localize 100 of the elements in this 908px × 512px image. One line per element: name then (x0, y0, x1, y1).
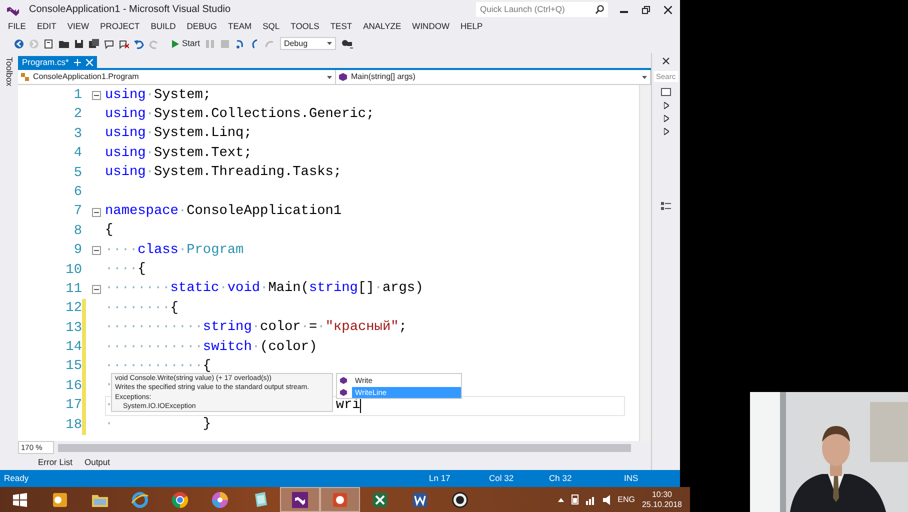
volume-icon[interactable] (602, 494, 611, 504)
menu-item[interactable]: DEBUG (182, 20, 224, 33)
text-cursor (360, 398, 362, 414)
battery-icon[interactable] (570, 494, 579, 505)
line-number: 16 (64, 378, 82, 396)
play-icon (172, 40, 179, 48)
tool-window-tab[interactable]: Error List (38, 456, 72, 468)
member-dropdown[interactable]: Main(string[] args) (336, 70, 651, 84)
status-text: Ln 17 (429, 472, 452, 485)
whitespace-marker: · (105, 416, 114, 434)
line-number: 18 (64, 416, 82, 435)
code-line: ····{ (105, 261, 146, 280)
code-line: ········{ (105, 300, 178, 318)
restore-icon[interactable] (642, 6, 650, 14)
line-number: 10 (64, 262, 82, 280)
scrollbar[interactable] (639, 85, 651, 441)
pin-icon[interactable] (74, 58, 81, 66)
start-button[interactable]: Start (172, 37, 200, 50)
code-line: using·System.Collections.Generic; (105, 106, 374, 124)
quick-launch-field[interactable]: Quick Launch (Ctrl+Q) (476, 2, 608, 17)
search-icon (595, 5, 604, 14)
menu-item[interactable]: BUILD (146, 20, 183, 33)
uncomment-icon[interactable] (119, 38, 129, 48)
collapse-icon[interactable] (92, 91, 101, 100)
save-all-icon[interactable] (89, 38, 99, 48)
chevron-up-icon[interactable] (558, 498, 564, 502)
menu-item[interactable]: WINDOW (408, 20, 456, 33)
collapse-icon[interactable] (92, 246, 101, 256)
photo-app-icon (211, 490, 229, 508)
spreadsheet-app-icon (371, 490, 389, 508)
network-icon[interactable] (586, 494, 596, 504)
step-icon[interactable] (234, 38, 245, 48)
properties-icon[interactable] (661, 201, 671, 212)
open-folder-icon[interactable] (59, 38, 69, 48)
menu-item[interactable]: EDIT (32, 20, 64, 33)
horizontal-scrollbar[interactable] (58, 444, 631, 452)
browser-icon (131, 490, 149, 508)
document-app-icon (411, 490, 429, 508)
new-project-icon[interactable] (44, 38, 54, 48)
code-line: { (105, 222, 114, 240)
line-number: 6 (72, 184, 82, 202)
code-line: using·System.Threading.Tasks; (105, 164, 342, 182)
line-number: 11 (64, 280, 82, 299)
line-number: 12 (64, 300, 82, 318)
type-dropdown[interactable]: ConsoleApplication1.Program (18, 70, 336, 84)
menu-item[interactable]: VIEW (63, 20, 96, 33)
undo-icon[interactable] (134, 38, 144, 48)
caret-icon (327, 76, 332, 78)
recorder-app-icon (451, 490, 469, 508)
back-icon[interactable] (14, 38, 24, 48)
clock-date[interactable]: 25.10.2018 (642, 500, 682, 510)
code-line: ············switch·(color) (105, 338, 318, 357)
clock-time[interactable]: 10:30 (652, 490, 672, 500)
line-number: 3 (72, 126, 82, 144)
window-title: ConsoleApplication1 - Microsoft Visual Studio (29, 3, 231, 17)
language-indicator[interactable]: ENG (618, 494, 635, 506)
save-icon[interactable] (74, 38, 84, 48)
collapse-icon[interactable] (92, 208, 101, 217)
line-number: 1 (72, 87, 82, 105)
code-line: ········static·void·Main(string[]·args) (105, 280, 424, 298)
comment-icon[interactable] (104, 38, 114, 48)
menu-item[interactable]: ANALYZE (359, 20, 408, 33)
close-icon[interactable] (664, 6, 672, 14)
tool-window-tab[interactable]: Output (84, 456, 110, 468)
menu-item[interactable]: FILE (4, 20, 33, 33)
taskbar-button[interactable] (280, 487, 320, 512)
status-text: INS (624, 472, 640, 485)
toolbox-tab[interactable]: Toolbox (2, 57, 16, 86)
status-text: Col 32 (489, 472, 515, 485)
project-icon[interactable] (661, 88, 671, 96)
menu-item[interactable]: TEAM (224, 20, 259, 33)
code-line: · (105, 377, 114, 396)
mail-app-icon (51, 490, 69, 508)
caret-icon (642, 76, 647, 78)
close-icon[interactable] (662, 57, 670, 65)
presentation-app-icon (331, 490, 349, 508)
code-line: ············{ (105, 358, 212, 374)
line-number: 17 (64, 397, 82, 416)
code-text: } (202, 416, 212, 434)
browser-icon (171, 490, 189, 508)
configuration-dropdown[interactable]: Debug (280, 37, 336, 50)
line-number: 8 (72, 222, 82, 241)
menu-item[interactable]: TOOLS (286, 20, 326, 33)
menu-item[interactable]: PROJECT (96, 20, 147, 33)
line-number: 2 (72, 106, 82, 124)
menu-item[interactable]: SQL (258, 20, 287, 33)
whitespace-marker: · (105, 396, 114, 415)
collapse-icon[interactable] (92, 285, 101, 294)
status-text: Ch 32 (549, 472, 573, 485)
code-line: using·System.Linq; (105, 125, 252, 144)
ide-app-icon (291, 490, 309, 508)
windows-start-icon[interactable] (13, 492, 27, 506)
line-number: 7 (72, 203, 82, 222)
code-line: ············string·color·=·"красный"; (105, 319, 407, 338)
line-number: 15 (64, 358, 82, 376)
document-tab[interactable]: Program.cs* (18, 56, 97, 68)
code-line: using·System.Text; (105, 144, 252, 163)
menu-item[interactable]: HELP (456, 20, 490, 33)
menu-item[interactable]: TEST (326, 20, 360, 33)
find-icon[interactable] (340, 38, 353, 48)
